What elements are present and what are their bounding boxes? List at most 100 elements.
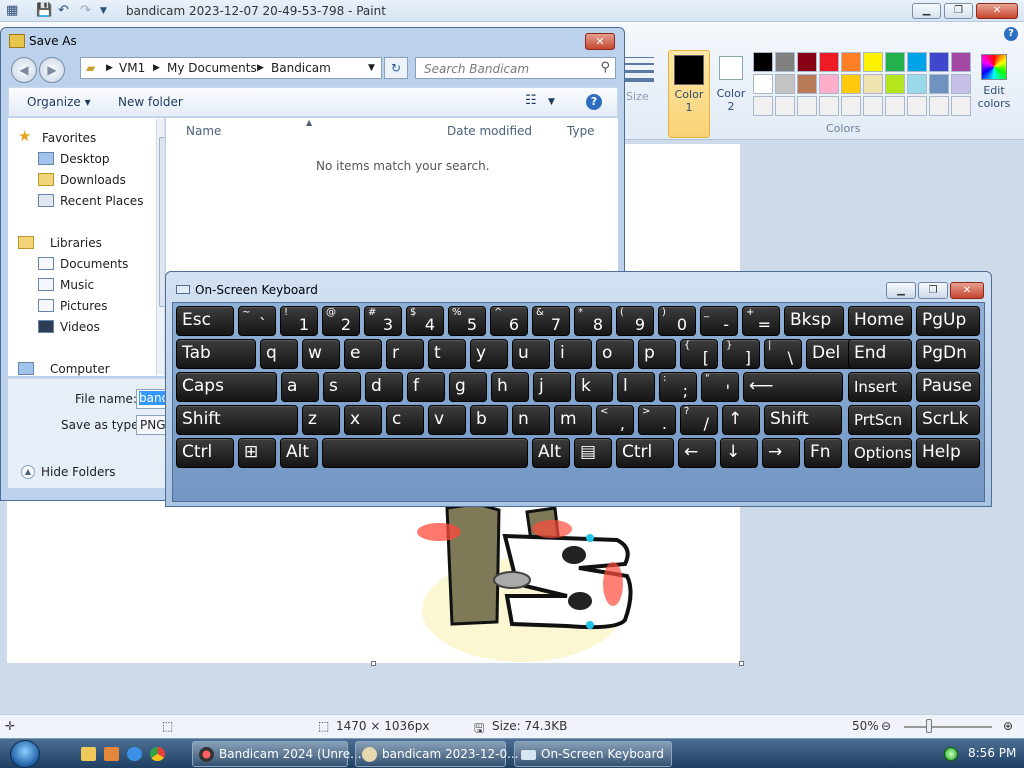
- key-4[interactable]: $4: [406, 306, 444, 336]
- key-r[interactable]: r: [386, 339, 424, 369]
- palette-swatch[interactable]: [753, 74, 773, 94]
- canvas-resize-handle-corner[interactable]: [739, 661, 744, 666]
- key-h[interactable]: h: [491, 372, 529, 402]
- osk-maximize-button[interactable]: ❐: [918, 282, 948, 299]
- internet-explorer-icon[interactable]: [127, 747, 142, 761]
- key-symbol[interactable]: ←: [678, 438, 716, 468]
- key-f[interactable]: f: [407, 372, 445, 402]
- key-alt[interactable]: Alt: [280, 438, 318, 468]
- chrome-icon[interactable]: [150, 747, 165, 761]
- palette-swatch[interactable]: [951, 52, 971, 72]
- key-symbol[interactable]: →: [762, 438, 800, 468]
- palette-swatch[interactable]: [797, 96, 817, 116]
- key-symbol[interactable]: :;: [659, 372, 697, 402]
- palette-swatch[interactable]: [951, 74, 971, 94]
- zoom-slider[interactable]: [904, 726, 992, 728]
- key-7[interactable]: & 7: [532, 306, 570, 336]
- key-o[interactable]: o: [596, 339, 634, 369]
- column-date-modified[interactable]: Date modified: [447, 124, 532, 138]
- key-b[interactable]: b: [470, 405, 508, 435]
- palette-swatch[interactable]: [907, 52, 927, 72]
- column-type[interactable]: Type: [567, 124, 595, 138]
- save-as-close-button[interactable]: ✕: [585, 33, 615, 50]
- nav-favorites[interactable]: Favorites: [42, 131, 96, 145]
- key-alt[interactable]: Alt: [532, 438, 570, 468]
- osk-close-button[interactable]: ✕: [950, 282, 984, 299]
- key-tab[interactable]: Tab: [176, 339, 256, 369]
- key-bksp[interactable]: Bksp: [784, 306, 844, 336]
- key-symbol[interactable]: ~ `: [238, 306, 276, 336]
- refresh-icon[interactable]: ↻: [384, 57, 408, 79]
- key-5[interactable]: % 5: [448, 306, 486, 336]
- zoom-slider-thumb[interactable]: [926, 719, 932, 733]
- palette-swatch[interactable]: [775, 96, 795, 116]
- canvas-resize-handle-bottom[interactable]: [371, 661, 376, 666]
- nav-music[interactable]: Music: [60, 278, 94, 292]
- key-e[interactable]: e: [344, 339, 382, 369]
- breadcrumb-bandicam[interactable]: Bandicam: [271, 61, 331, 75]
- key-pgup[interactable]: PgUp: [916, 306, 980, 336]
- media-player-icon[interactable]: [104, 747, 119, 761]
- palette-swatch[interactable]: [885, 74, 905, 94]
- palette-swatch[interactable]: [841, 74, 861, 94]
- key-9[interactable]: (9: [616, 306, 654, 336]
- key-j[interactable]: j: [533, 372, 571, 402]
- key-8[interactable]: * 8: [574, 306, 612, 336]
- key-esc[interactable]: Esc: [176, 306, 234, 336]
- key-x[interactable]: x: [344, 405, 382, 435]
- search-input[interactable]: Search Bandicam ⚲: [415, 57, 616, 79]
- key-ctrl[interactable]: Ctrl: [176, 438, 234, 468]
- key-u[interactable]: u: [512, 339, 550, 369]
- key-n[interactable]: n: [512, 405, 550, 435]
- palette-swatch[interactable]: [797, 74, 817, 94]
- color2-button[interactable]: Color 2: [712, 50, 750, 138]
- taskbar-item-bandicam[interactable]: Bandicam 2024 (Unre...: [192, 741, 362, 767]
- key-insert[interactable]: Insert: [848, 372, 912, 402]
- palette-swatch[interactable]: [753, 96, 773, 116]
- key-s[interactable]: s: [323, 372, 361, 402]
- hide-folders-button[interactable]: Hide Folders: [41, 465, 116, 479]
- nav-desktop[interactable]: Desktop: [60, 152, 110, 166]
- key-2[interactable]: @2: [322, 306, 360, 336]
- key-i[interactable]: i: [554, 339, 592, 369]
- key-v[interactable]: v: [428, 405, 466, 435]
- key-symbol[interactable]: ↓: [720, 438, 758, 468]
- breadcrumb-my-documents[interactable]: My Documents: [167, 61, 257, 75]
- palette-swatch[interactable]: [775, 52, 795, 72]
- palette-swatch[interactable]: [775, 74, 795, 94]
- palette-swatch[interactable]: [819, 96, 839, 116]
- save-icon[interactable]: 💾: [36, 3, 52, 18]
- taskbar-item-osk[interactable]: On-Screen Keyboard: [514, 741, 672, 767]
- key-help[interactable]: Help: [916, 438, 980, 468]
- key-y[interactable]: y: [470, 339, 508, 369]
- palette-swatch[interactable]: [885, 52, 905, 72]
- view-dropdown-icon[interactable]: ▼: [548, 97, 555, 107]
- redo-icon[interactable]: ↷: [80, 3, 91, 18]
- key-pause[interactable]: Pause: [916, 372, 980, 402]
- key-3[interactable]: #3: [364, 306, 402, 336]
- nav-recent-places[interactable]: Recent Places: [60, 194, 143, 208]
- key-symbol[interactable]: >.: [638, 405, 676, 435]
- key-symbol[interactable]: ↑: [722, 405, 760, 435]
- palette-swatch[interactable]: [863, 74, 883, 94]
- key-c[interactable]: c: [386, 405, 424, 435]
- nav-videos[interactable]: Videos: [60, 320, 100, 334]
- palette-swatch[interactable]: [907, 74, 927, 94]
- maximize-button[interactable]: ❐: [944, 3, 973, 19]
- key-options[interactable]: Options: [848, 438, 912, 468]
- key-t[interactable]: t: [428, 339, 466, 369]
- key-l[interactable]: l: [617, 372, 655, 402]
- size-button[interactable]: [622, 52, 656, 87]
- edit-colors-button[interactable]: Edit colors: [976, 52, 1012, 110]
- osk-minimize-button[interactable]: ▁: [886, 282, 916, 299]
- palette-swatch[interactable]: [797, 52, 817, 72]
- key-symbol[interactable]: + =: [742, 306, 780, 336]
- zoom-in-icon[interactable]: ⊕: [1003, 719, 1013, 733]
- palette-swatch[interactable]: [819, 74, 839, 94]
- key-d[interactable]: d: [365, 372, 403, 402]
- organize-button[interactable]: Organize ▾: [27, 95, 91, 109]
- key-home[interactable]: Home: [848, 306, 912, 336]
- nav-pictures[interactable]: Pictures: [60, 299, 108, 313]
- explorer-icon[interactable]: [81, 747, 96, 761]
- palette-swatch[interactable]: [841, 52, 861, 72]
